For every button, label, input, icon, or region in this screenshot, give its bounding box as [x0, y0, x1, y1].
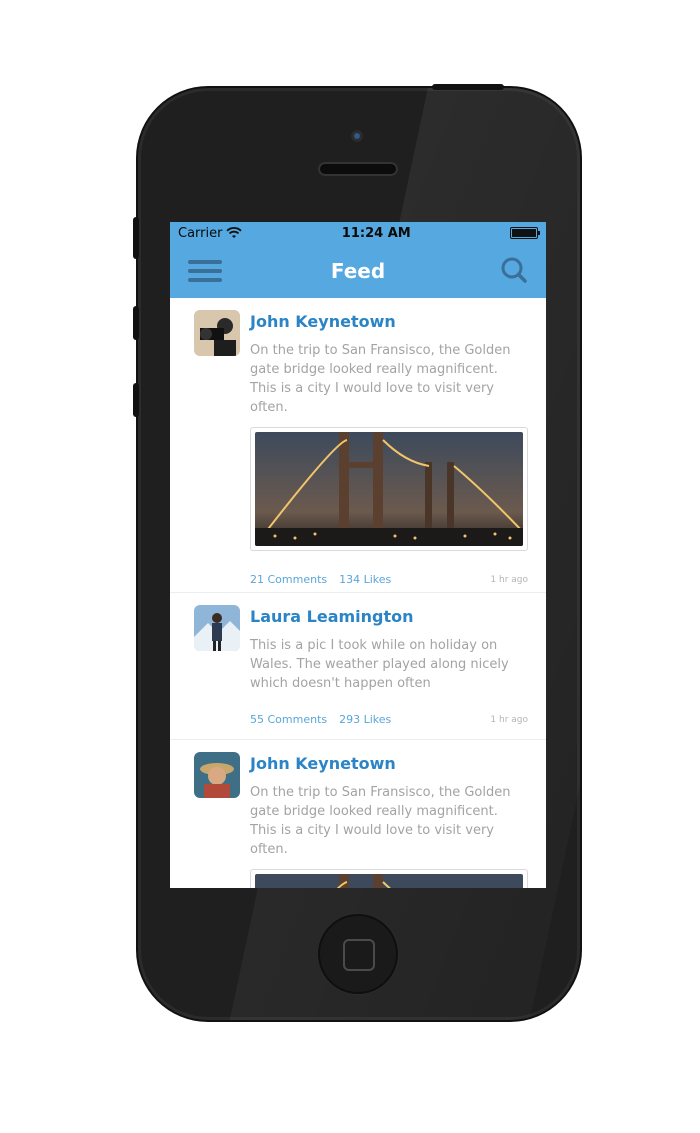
post-text: On the trip to San Fransisco, the Golden… [250, 785, 511, 857]
post-author[interactable]: John Keynetown [250, 312, 528, 331]
navigation-bar: Feed [170, 244, 546, 298]
power-button [432, 84, 504, 90]
wifi-icon [226, 227, 243, 238]
hamburger-menu-icon[interactable] [188, 260, 222, 282]
post-text: On the trip to San Fransisco, the Golden… [250, 343, 511, 415]
search-icon[interactable] [500, 256, 528, 284]
post-author[interactable]: Laura Leamington [250, 607, 528, 626]
post-photo[interactable] [250, 869, 528, 888]
comments-link[interactable]: 21 Comments [250, 573, 327, 586]
likes-link[interactable]: 134 Likes [339, 573, 391, 586]
feed-post[interactable]: Laura Leamington This is a pic I took wh… [170, 593, 546, 740]
post-photo[interactable] [250, 427, 528, 551]
front-camera [351, 130, 363, 142]
post-meta: 21 Comments 134 Likes 1 hr ago [250, 573, 528, 586]
feed-list: John Keynetown On the trip to San Fransi… [170, 298, 546, 888]
avatar[interactable] [194, 605, 240, 651]
volume-up-button [133, 306, 139, 340]
post-timestamp: 1 hr ago [490, 714, 528, 725]
feed-post[interactable]: John Keynetown On the trip to San Fransi… [170, 298, 546, 593]
app-screen: Carrier 11:24 AM Feed John Keynetown On … [170, 222, 546, 888]
page-title: Feed [330, 259, 386, 283]
earpiece-speaker [318, 162, 398, 176]
likes-link[interactable]: 293 Likes [339, 713, 391, 726]
battery-icon [510, 227, 540, 239]
status-bar: Carrier 11:24 AM [170, 222, 546, 244]
post-meta: 55 Comments 293 Likes 1 hr ago [250, 713, 528, 726]
home-button[interactable] [318, 914, 398, 994]
avatar[interactable] [194, 310, 240, 356]
volume-down-button [133, 383, 139, 417]
mute-switch [133, 217, 139, 259]
avatar[interactable] [194, 752, 240, 798]
feed-post[interactable]: John Keynetown On the trip to San Fransi… [170, 740, 546, 888]
post-author[interactable]: John Keynetown [250, 754, 528, 773]
post-timestamp: 1 hr ago [490, 574, 528, 585]
clock: 11:24 AM [341, 225, 411, 241]
comments-link[interactable]: 55 Comments [250, 713, 327, 726]
post-text: This is a pic I took while on holiday on… [250, 638, 509, 691]
carrier-label: Carrier [178, 225, 223, 241]
